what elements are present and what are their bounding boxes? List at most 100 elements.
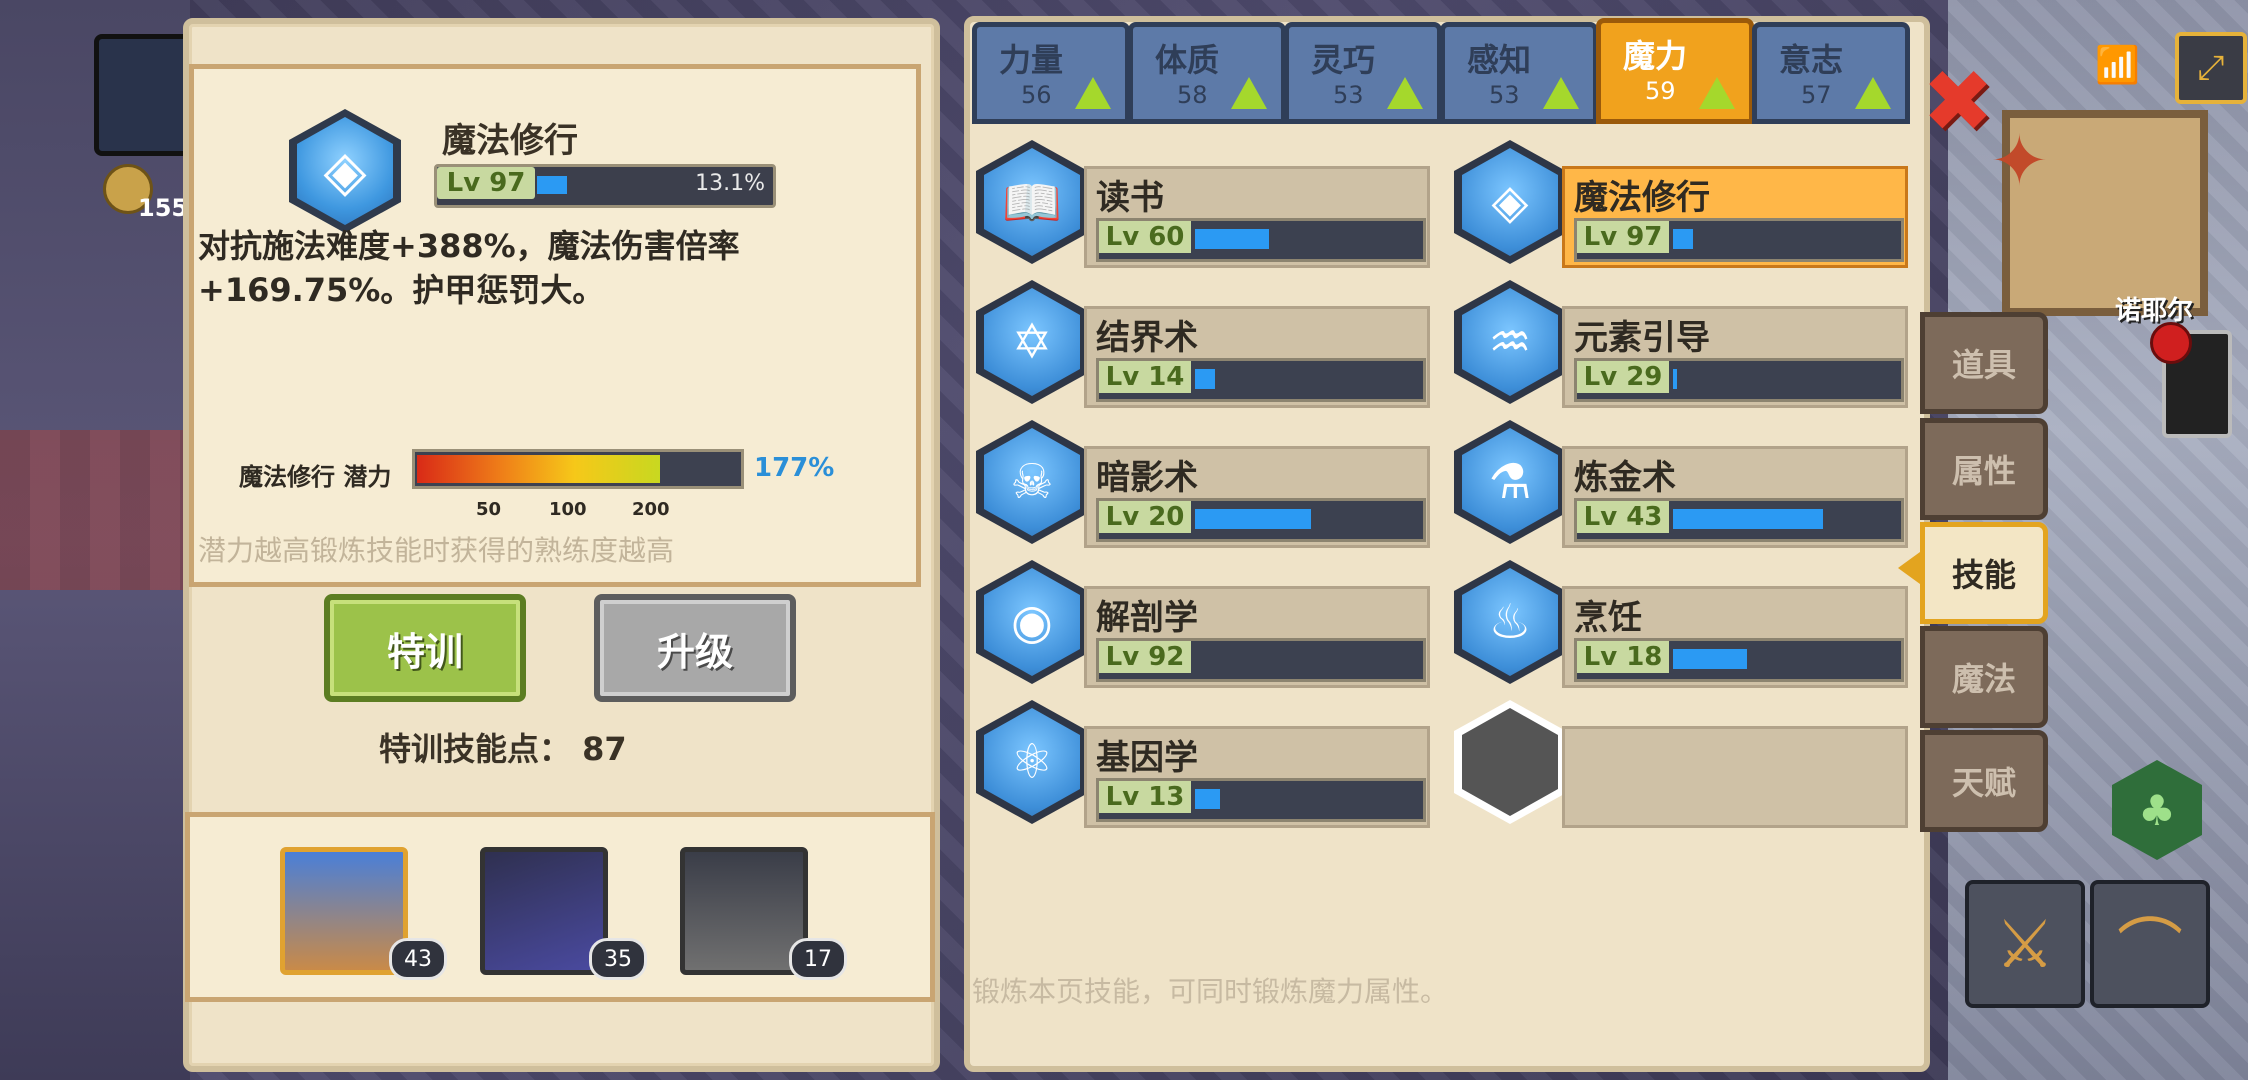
skill-name: 元素引导 (1574, 318, 1710, 358)
detail-skill-title: 魔法修行 (442, 121, 578, 161)
party-member-1-level: 43 (389, 938, 447, 980)
upgrade-arrow-icon (1075, 77, 1111, 109)
sword-icon[interactable]: ⚔ (1965, 880, 2085, 1008)
tab-will-value: 57 (1801, 81, 1832, 109)
upgrade-button[interactable]: 升级 (594, 594, 796, 702)
potential-fill (417, 455, 660, 483)
skill-slot-empty (1454, 700, 1914, 828)
tab-will-label: 意志 (1779, 41, 1844, 79)
side-tab-items[interactable]: 道具 (1920, 312, 2048, 414)
skill-genetics[interactable]: ⚛ 基因学 Lv 13 (976, 700, 1436, 828)
skill-barrier[interactable]: ✡ 结界术 Lv 14 (976, 280, 1436, 408)
expand-icon[interactable]: ⤢ (2175, 32, 2247, 104)
side-tab-attributes[interactable]: 属性 (1920, 418, 2048, 520)
upgrade-arrow-icon (1387, 77, 1423, 109)
skill-name: 读书 (1096, 178, 1164, 218)
skill-element-channel[interactable]: ♒ 元素引导 Lv 29 (1454, 280, 1914, 408)
bow-icon[interactable]: ⌒ (2090, 880, 2210, 1008)
skill-progress-fill (1195, 509, 1311, 529)
skill-name: 烹饪 (1574, 598, 1642, 638)
detail-progress-pct: 13.1% (695, 171, 765, 196)
potential-label: 魔法修行 潜力 (239, 463, 392, 491)
book-icon: 📖 (976, 140, 1088, 264)
active-tab-arrow-icon (1898, 552, 1920, 584)
close-icon[interactable]: ✖ (1922, 52, 1994, 152)
tab-magic-label: 魔力 (1623, 37, 1688, 75)
skill-level-bar: Lv 20 (1096, 498, 1426, 542)
party-members: 43 35 17 (185, 812, 935, 1002)
side-tab-magic[interactable]: 魔法 (1920, 626, 2048, 728)
detail-level: Lv 97 (437, 167, 535, 199)
skill-level: Lv 18 (1577, 641, 1669, 673)
skill-level: Lv 14 (1099, 361, 1191, 393)
train-points: 特训技能点： 87 (379, 730, 627, 768)
tab-dexterity-label: 灵巧 (1311, 41, 1376, 79)
skull-flame-icon: ☠ (976, 420, 1088, 544)
dragon-icon: ♒ (1454, 280, 1566, 404)
skill-level-bar: Lv 13 (1096, 778, 1426, 822)
upgrade-arrow-icon (1231, 77, 1267, 109)
tab-magic[interactable]: 魔力 59 (1596, 18, 1754, 124)
skill-detail-panel: ◈ 魔法修行 Lv 97 13.1% 对抗施法难度+388%，魔法伤害倍率+16… (183, 18, 940, 1072)
skill-alchemy[interactable]: ⚗ 炼金术 Lv 43 (1454, 420, 1914, 548)
party-member-3[interactable]: 17 (680, 847, 847, 980)
skill-level: Lv 92 (1099, 641, 1191, 673)
skill-shadow[interactable]: ☠ 暗影术 Lv 20 (976, 420, 1436, 548)
potential-tick-200: 200 (632, 499, 670, 520)
skill-progress-fill (1673, 649, 1747, 669)
upgrade-arrow-icon (1699, 77, 1735, 109)
side-tab-skills[interactable]: 技能 (1920, 522, 2048, 624)
party-member-1[interactable]: 43 (280, 847, 447, 980)
magic-rune-icon: ◈ (1454, 140, 1566, 264)
party-member-3-level: 17 (789, 938, 847, 980)
potential-pct: 177% (754, 453, 835, 483)
skill-reading[interactable]: 📖 读书 Lv 60 (976, 140, 1436, 268)
potential-tick-100: 100 (549, 499, 587, 520)
tab-will[interactable]: 意志 57 (1752, 22, 1910, 124)
footer-hint: 锻炼本页技能，可同时锻炼魔力属性。 (972, 975, 1449, 1008)
skill-level-bar: Lv 18 (1574, 638, 1904, 682)
upgrade-arrow-icon (1543, 77, 1579, 109)
empty-hex-icon (1454, 700, 1566, 824)
gold-count: 155 (138, 194, 189, 222)
skill-progress-fill (1195, 789, 1220, 809)
skill-level: Lv 97 (1577, 221, 1669, 253)
skill-name: 结界术 (1096, 318, 1198, 358)
npc-name: 诺耶尔 (2115, 296, 2194, 326)
skill-level: Lv 43 (1577, 501, 1669, 533)
attribute-tabs: 力量 56 体质 58 灵巧 53 感知 53 魔力 59 意志 57 (972, 18, 1912, 124)
skill-name: 炼金术 (1574, 458, 1676, 498)
skill-level-bar: Lv 14 (1096, 358, 1426, 402)
guild-emblem-icon: ✦ (1990, 120, 2049, 202)
skill-level-bar: Lv 29 (1574, 358, 1904, 402)
skill-level: Lv 20 (1099, 501, 1191, 533)
game-world-carpet (0, 430, 190, 590)
meat-icon: ◉ (976, 560, 1088, 684)
wifi-icon: 📶 (2095, 45, 2140, 86)
skill-anatomy[interactable]: ◉ 解剖学 Lv 92 (976, 560, 1436, 688)
skill-name: 暗影术 (1096, 458, 1198, 498)
tab-strength[interactable]: 力量 56 (972, 22, 1130, 124)
skill-progress-fill (1673, 509, 1823, 529)
special-train-button[interactable]: 特训 (324, 594, 526, 702)
tab-perception-label: 感知 (1467, 41, 1532, 79)
party-member-2[interactable]: 35 (480, 847, 647, 980)
skill-info-box: ◈ 魔法修行 Lv 97 13.1% 对抗施法难度+388%，魔法伤害倍率+16… (189, 64, 921, 587)
skill-progress-fill (1673, 369, 1677, 389)
skill-magic-practice[interactable]: ◈ 魔法修行 Lv 97 (1454, 140, 1914, 268)
tab-constitution-label: 体质 (1155, 41, 1220, 79)
side-tab-talent[interactable]: 天赋 (1920, 730, 2048, 832)
tab-strength-label: 力量 (999, 41, 1064, 79)
flask-icon: ⚗ (1454, 420, 1566, 544)
tab-dexterity[interactable]: 灵巧 53 (1284, 22, 1442, 124)
pot-icon: ♨ (1454, 560, 1566, 684)
potential-tick-50: 50 (476, 499, 502, 520)
tab-perception[interactable]: 感知 53 (1440, 22, 1598, 124)
skill-cooking[interactable]: ♨ 烹饪 Lv 18 (1454, 560, 1914, 688)
tab-constitution[interactable]: 体质 58 (1128, 22, 1286, 124)
skill-level: Lv 60 (1099, 221, 1191, 253)
skill-level-bar: Lv 97 (1574, 218, 1904, 262)
potential-hint: 潜力越高锻炼技能时获得的熟练度越高 (198, 534, 675, 567)
skill-progress-fill (1195, 369, 1215, 389)
skill-progress-fill (1673, 229, 1693, 249)
